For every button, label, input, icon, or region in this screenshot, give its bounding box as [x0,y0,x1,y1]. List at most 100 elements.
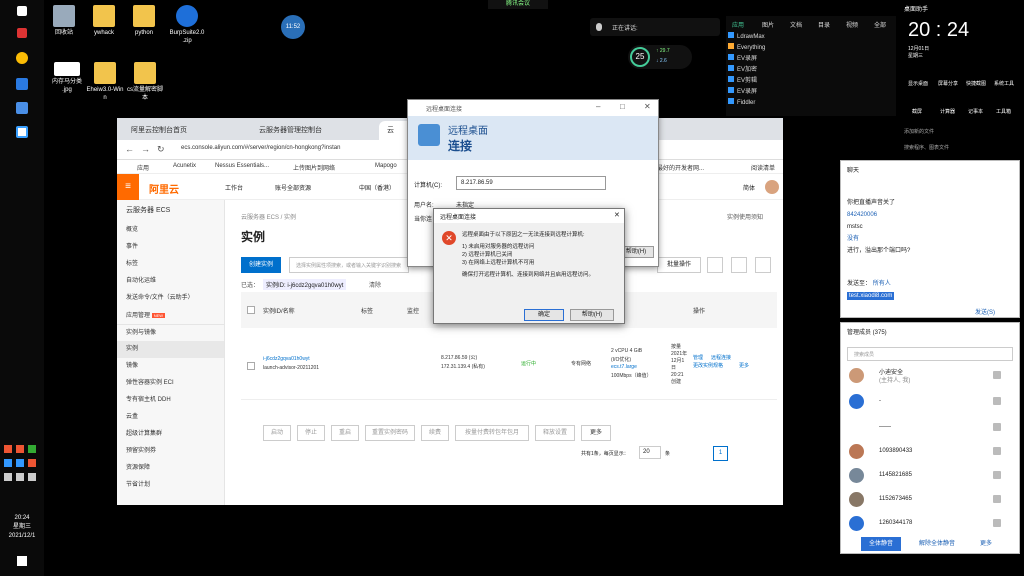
computer-input[interactable]: 8.217.86.59 [456,176,606,190]
menu-icon[interactable]: ≡ [117,174,139,200]
bookmark[interactable]: 应用 [137,163,149,172]
workbench-link[interactable]: 工作台 [225,183,243,192]
quick-item[interactable]: EV剪辑 [728,76,765,87]
assistant-button[interactable]: 快捷截图 [966,80,986,87]
page-size-select[interactable]: 20 [639,446,661,459]
mic-icon[interactable] [993,447,1001,455]
mic-icon[interactable] [993,423,1001,431]
mic-icon[interactable] [993,371,1001,379]
sidebar-item[interactable]: 云盒 [117,409,224,426]
page-button[interactable]: 1 [713,446,728,461]
more-link[interactable]: 更多 [739,362,749,369]
region-selector[interactable]: 中国（香港） [359,183,395,192]
tray-icon[interactable] [28,459,36,467]
quick-item[interactable]: EV加密 [728,65,765,76]
chat-input[interactable]: test.xiaodi8.com [847,292,895,300]
quick-tab[interactable]: 文档 [790,20,802,29]
bookmark[interactable]: 阅读清单 [751,163,775,172]
member-row[interactable]: 1152673465 [849,489,1013,511]
filter-tag[interactable]: 实例ID: i-j6cdz2gqva01h0wyt [263,279,347,290]
member-row[interactable]: 小迪安全 (主持人, 我) [849,365,1013,387]
app-icon-blue[interactable] [16,78,28,90]
assistant-button[interactable]: 记事本 [968,108,983,115]
manage-link[interactable]: 管理 [693,354,703,361]
ok-button[interactable]: 确定 [524,309,564,321]
computer-icon[interactable] [16,126,28,138]
quick-item[interactable]: EV录屏 [728,54,765,65]
taskbar-clock[interactable]: 20:24 星期三 2021/12/1 [0,514,44,541]
meeting-top-bar[interactable]: 腾讯会议 [488,0,548,9]
windows-start-icon[interactable] [17,6,27,16]
release-settings-button[interactable]: 释放设置 [535,425,575,441]
assistant-button[interactable]: 系统工具 [994,80,1014,87]
notification-icon[interactable] [17,556,27,566]
tray-icon[interactable] [16,459,24,467]
create-instance-button[interactable]: 创建实例 [241,257,281,273]
desktop-icon-python[interactable]: python [122,5,166,37]
assistant-hint[interactable]: 添加新的文件 [904,128,934,135]
language-selector[interactable]: 简体 [743,183,755,192]
member-row[interactable]: 1093890433 [849,441,1013,463]
avatar[interactable] [765,180,779,194]
quick-item[interactable]: LdrawMax [728,32,765,43]
browser-tab[interactable]: 阿里云控制台首页 [123,121,247,140]
sidebar-item[interactable]: 事件 [117,239,224,256]
config-spec[interactable]: ecs.t7.large [611,364,637,370]
meeting-icon[interactable] [16,102,28,114]
member-row[interactable]: 1260344178 [849,513,1013,535]
desktop-icon-recycle-bin[interactable]: 回收站 [42,5,86,37]
account-selector[interactable]: 账号全部资源 [275,183,311,192]
sidebar-item-instances[interactable]: 实例 [117,341,224,358]
sidebar-item[interactable]: 标签 [117,256,224,273]
quick-tab[interactable]: 视频 [846,20,858,29]
quick-tab[interactable]: 全部 [874,20,886,29]
start-button[interactable]: 启动 [263,425,291,441]
maximize-icon[interactable]: □ [620,102,625,111]
back-icon[interactable]: ← [125,144,134,154]
remote-connect-link[interactable]: 远程连接 [711,354,731,361]
quick-item[interactable]: Fiddler [728,98,765,109]
tray-icons[interactable] [4,445,40,495]
mic-icon[interactable] [993,397,1001,405]
member-row[interactable]: - [849,391,1013,413]
sidebar-item[interactable]: 预留实例券 [117,443,224,460]
reset-password-button[interactable]: 重置实例密码 [365,425,415,441]
tray-icon[interactable] [16,473,24,481]
search-input[interactable]: 选择实例属性项搜索，或者输入关键字识别搜索 [289,257,409,273]
restart-button[interactable]: 重启 [331,425,359,441]
sidebar-item[interactable]: 资源保障 [117,460,224,477]
desktop-icon-cs[interactable]: cs流量解密脚 本 [122,62,168,102]
desktop-icon-ywhack[interactable]: ywhack [82,5,126,37]
member-row[interactable]: 1145821685 [849,465,1013,487]
mic-icon[interactable] [993,495,1001,503]
reload-icon[interactable]: ↻ [157,144,165,155]
assistant-button[interactable]: 工具箱 [996,108,1011,115]
mic-icon[interactable] [993,519,1001,527]
tray-icon[interactable] [4,445,12,453]
member-row[interactable]: —— [849,417,1013,439]
sidebar-item[interactable]: 自动化运维 [117,273,224,290]
close-icon[interactable]: ✕ [614,211,620,219]
quick-item[interactable]: Everything [728,43,765,54]
quick-tab[interactable]: 目录 [818,20,830,29]
desktop-icon-burpsuite[interactable]: BurpSuite2.0 .zip [162,5,212,45]
bookmark[interactable]: Acunetix [173,163,196,169]
assistant-button[interactable]: 屏幕分享 [938,80,958,87]
more-button[interactable]: 更多 [971,537,1001,551]
tray-icon[interactable] [28,473,36,481]
sidebar-item[interactable]: 发送命令/文件（云助手） [117,290,224,307]
send-button[interactable]: 发送(S) [975,307,995,316]
sidebar-section[interactable]: 实例与镜像 [117,324,224,341]
minimize-icon[interactable]: – [596,102,600,111]
assistant-button[interactable]: 计算器 [940,108,955,115]
tray-icon[interactable] [4,459,12,467]
assistant-button[interactable]: 截屏 [912,108,922,115]
bookmark[interactable]: 上传图片到网络 [293,163,335,172]
renew-button[interactable]: 续费 [421,425,449,441]
clear-filter[interactable]: 清除 [369,280,381,289]
refresh-icon[interactable] [707,257,723,273]
more-button[interactable]: 更多 [581,425,611,441]
tray-icon[interactable] [16,445,24,453]
quick-item[interactable]: EV录屏 [728,87,765,98]
quick-tab[interactable]: 图片 [762,20,774,29]
